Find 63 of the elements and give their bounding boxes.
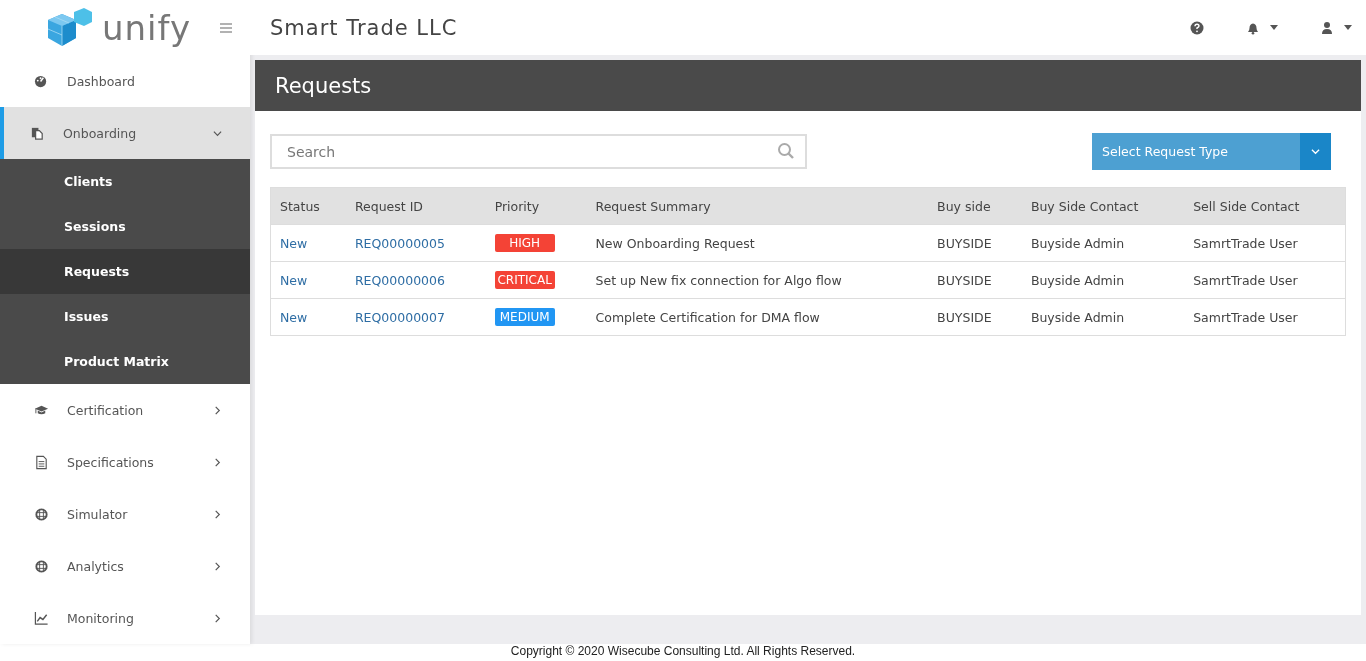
table-cell: BUYSIDE — [928, 298, 1022, 336]
table-cell: Buyside Admin — [1021, 298, 1185, 336]
logo-text: unify — [102, 7, 192, 48]
globe-icon — [34, 506, 49, 522]
submenu-item[interactable]: Issues — [0, 294, 250, 339]
priority-badge: CRITICAL — [494, 271, 555, 289]
request-id-link[interactable]: REQ00000005 — [354, 235, 445, 251]
column-header: Request Summary — [586, 187, 929, 225]
documents-icon — [30, 125, 45, 141]
column-header: Status — [270, 187, 346, 225]
table-cell: SamrtTrade User — [1184, 261, 1346, 299]
priority-badge: MEDIUM — [494, 308, 555, 326]
table-cell: BUYSIDE — [928, 261, 1022, 299]
table-cell: New Onboarding Request — [586, 224, 929, 262]
submenu-item[interactable]: Clients — [0, 159, 250, 204]
chevron-icon — [213, 561, 222, 571]
copyright-text: Copyright © 2020 Wisecube Consulting Ltd. All Rights Reserved. — [510, 644, 856, 660]
table-cell: SamrtTrade User — [1184, 224, 1346, 262]
table-cell: SamrtTrade User — [1184, 298, 1346, 336]
search-icon — [777, 142, 795, 160]
table-cell: Set up New fix connection for Algo flow — [586, 261, 929, 299]
chevron-icon — [213, 509, 222, 519]
table-cell: Buyside Admin — [1021, 261, 1185, 299]
status-link[interactable]: New — [280, 309, 308, 325]
sidebar-item[interactable]: Simulator — [0, 488, 250, 540]
globe-icon — [34, 558, 49, 574]
priority-badge: HIGH — [494, 234, 555, 252]
table-cell: BUYSIDE — [928, 224, 1022, 262]
sidebar-item[interactable]: Monitoring — [0, 592, 250, 644]
chevron-icon — [213, 457, 222, 467]
chevron-icon — [1311, 147, 1320, 156]
request-id-link[interactable]: REQ00000007 — [354, 309, 445, 325]
sidebar-item[interactable]: Certification — [0, 384, 250, 436]
table-cell: Complete Certification for DMA flow — [586, 298, 929, 336]
status-link[interactable]: New — [280, 272, 308, 288]
submenu-item[interactable]: Sessions — [0, 204, 250, 249]
chevron-icon — [213, 405, 222, 415]
column-header: Sell Side Contact — [1184, 187, 1346, 225]
chevron-icon — [213, 128, 222, 138]
status-link[interactable]: New — [280, 235, 308, 251]
sidebar-item[interactable]: Onboarding — [0, 107, 250, 159]
submenu-item[interactable]: Requests — [0, 249, 250, 294]
table-cell: Buyside Admin — [1021, 224, 1185, 262]
page-title: Requests — [255, 60, 1361, 111]
submenu-item[interactable]: Product Matrix — [0, 339, 250, 384]
sidebar-item[interactable]: Specifications — [0, 436, 250, 488]
search-field[interactable]: Search — [270, 134, 807, 169]
caret-icon[interactable] — [1270, 25, 1278, 30]
column-header: Buy side — [928, 187, 1022, 225]
help-icon[interactable] — [1190, 20, 1204, 35]
line-chart-icon — [34, 610, 49, 626]
caret-icon[interactable] — [1344, 25, 1352, 30]
column-header: Buy Side Contact — [1021, 187, 1185, 225]
sidebar-item[interactable]: Analytics — [0, 540, 250, 592]
company-name: Smart Trade LLC — [270, 15, 459, 40]
request-id-link[interactable]: REQ00000006 — [354, 272, 445, 288]
user-icon[interactable] — [1320, 20, 1334, 35]
sidebar-item[interactable]: Dashboard — [0, 55, 250, 107]
chevron-icon — [213, 613, 222, 623]
document-icon — [34, 454, 49, 470]
column-header: Priority — [485, 187, 587, 225]
column-header: Request ID — [345, 187, 486, 225]
gauge-icon — [34, 73, 49, 89]
